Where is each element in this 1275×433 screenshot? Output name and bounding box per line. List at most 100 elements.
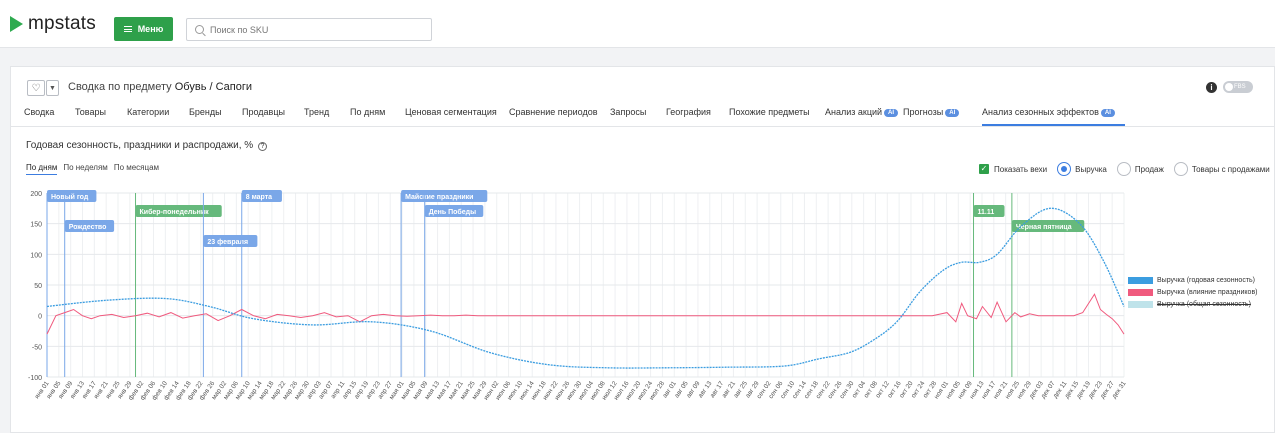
tab-bar: Сводка Товары Категории Бренды Продавцы Тренд… xyxy=(11,99,1274,127)
tab-14[interactable]: Анализ сезонных эффектов AI xyxy=(982,107,1115,117)
milestone-label: Новый год xyxy=(51,193,89,201)
tab-label: География xyxy=(666,107,711,117)
radio-products-with-sales-label: Товары с продажами xyxy=(1191,164,1270,174)
help-icon[interactable]: ? xyxy=(257,142,267,151)
seasonality-chart: янв 01янв 05янв 09янв 13янв 17янв 21янв … xyxy=(28,190,1128,402)
milestone-label: Кибер-понедельник xyxy=(140,208,210,216)
heart-icon: ♡ xyxy=(31,82,41,94)
legend-swatch xyxy=(1128,301,1153,308)
subtab-by-months[interactable]: По месяцам xyxy=(114,163,159,175)
tab-2[interactable]: Категории xyxy=(127,107,169,117)
y-tick-label: 200 xyxy=(30,191,42,198)
y-tick-label: 50 xyxy=(34,283,42,290)
tab-4[interactable]: Продавцы xyxy=(242,107,285,117)
show-milestones-checkbox[interactable]: ✓ xyxy=(979,164,989,174)
ai-badge: AI xyxy=(884,109,899,117)
page-title: Сводка по предмету Обувь / Сапоги xyxy=(68,81,252,93)
y-tick-label: -50 xyxy=(32,344,42,351)
favorite-button[interactable]: ♡ xyxy=(27,80,45,96)
hamburger-icon xyxy=(123,26,132,32)
subtab-by-weeks[interactable]: По неделям xyxy=(63,163,107,175)
page-title-prefix: Сводка по предмету xyxy=(68,81,172,93)
tab-3[interactable]: Бренды xyxy=(189,107,222,117)
milestone-label: Черная пятница xyxy=(1016,224,1072,231)
y-tick-label: 100 xyxy=(30,252,42,259)
legend-item-annual[interactable]: Выручка (годовая сезонность) xyxy=(1128,277,1258,284)
radio-products-with-sales[interactable] xyxy=(1173,162,1188,176)
radio-sales[interactable] xyxy=(1116,162,1131,176)
tab-label: Категории xyxy=(127,107,170,117)
milestone-label: День Победы xyxy=(429,208,476,216)
tab-10[interactable]: География xyxy=(666,107,711,117)
tab-7[interactable]: Ценовая сегментация xyxy=(405,107,497,117)
tab-6[interactable]: По дням xyxy=(350,107,385,117)
logo-icon xyxy=(10,16,23,32)
tab-8[interactable]: Сравнение периодов xyxy=(509,107,598,117)
search-box[interactable] xyxy=(186,18,432,41)
y-tick-label: 150 xyxy=(30,222,42,229)
fbs-toggle-label: FBS xyxy=(1234,84,1246,90)
page-title-subject: Обувь / Сапоги xyxy=(174,81,253,93)
tab-label: Сравнение периодов xyxy=(509,107,598,117)
series-line-annual xyxy=(46,207,1125,369)
tab-9[interactable]: Запросы xyxy=(610,107,646,117)
chart-controls: ✓ Показать вехи Выручка Продаж Товары с … xyxy=(979,162,1270,176)
y-tick-label: 0 xyxy=(38,314,42,321)
tab-label: Запросы xyxy=(610,107,647,117)
legend-label: Выручка (влияние праздников) xyxy=(1157,289,1258,296)
tab-13[interactable]: Прогнозы AI xyxy=(903,107,960,117)
info-icon[interactable]: i xyxy=(1206,82,1217,93)
tab-5[interactable]: Тренд xyxy=(304,107,329,117)
tab-1[interactable]: Товары xyxy=(75,107,106,117)
show-milestones-label: Показать вехи xyxy=(994,164,1048,174)
top-bar: mpstats Меню xyxy=(0,0,1275,48)
radio-revenue-label: Выручка xyxy=(1075,164,1107,174)
chevron-down-icon: ▼ xyxy=(49,84,56,92)
milestone-label: 11.11 xyxy=(978,209,995,216)
ai-badge: AI xyxy=(945,109,960,117)
tab-label: Анализ акций xyxy=(825,107,883,117)
legend-swatch xyxy=(1128,277,1153,284)
legend-item-total[interactable]: Выручка (общая сезонность) xyxy=(1128,301,1258,308)
legend-swatch xyxy=(1128,289,1153,296)
search-input[interactable] xyxy=(210,24,410,35)
legend-item-holidays[interactable]: Выручка (влияние праздников) xyxy=(1128,289,1258,296)
legend-label: Выручка (годовая сезонность) xyxy=(1157,277,1256,284)
tab-0[interactable]: Сводка xyxy=(24,107,54,117)
active-tab-indicator xyxy=(982,124,1125,126)
tab-label: Товары xyxy=(75,107,106,117)
menu-button[interactable]: Меню xyxy=(114,17,173,41)
tab-label: Тренд xyxy=(304,107,330,117)
logo-text: mpstats xyxy=(28,13,96,34)
milestone-label: Рождество xyxy=(69,224,107,231)
milestone-label: Майские праздники xyxy=(405,193,473,201)
section-title: Годовая сезонность, праздники и распрода… xyxy=(26,140,267,151)
tab-label: Прогнозы xyxy=(903,107,944,117)
granularity-tabs: По дням По неделям По месяцам xyxy=(26,163,159,175)
radio-revenue[interactable] xyxy=(1057,162,1072,176)
fbs-toggle[interactable]: FBS xyxy=(1223,81,1253,93)
search-icon xyxy=(195,25,204,34)
tab-label: Похожие предметы xyxy=(729,107,810,117)
legend-label: Выручка (общая сезонность) xyxy=(1157,301,1251,308)
tab-label: По дням xyxy=(350,107,386,117)
y-tick-label: -100 xyxy=(28,375,42,382)
chart-legend: Выручка (годовая сезонность) Выручка (вл… xyxy=(1128,277,1258,313)
subtab-by-days[interactable]: По дням xyxy=(26,163,58,175)
tab-11[interactable]: Похожие предметы xyxy=(729,107,810,117)
radio-sales-label: Продаж xyxy=(1134,164,1164,174)
tab-label: Ценовая сегментация xyxy=(405,107,497,117)
series-line-holidays xyxy=(46,293,1125,335)
tab-label: Сводка xyxy=(24,107,55,117)
main-panel: ♡ ▼ Сводка по предмету Обувь / Сапоги i … xyxy=(10,66,1275,433)
tab-12[interactable]: Анализ акций AI xyxy=(825,107,899,117)
favorite-dropdown-button[interactable]: ▼ xyxy=(46,80,59,96)
tab-label: Продавцы xyxy=(242,107,285,117)
tab-label: Анализ сезонных эффектов xyxy=(982,107,1099,117)
menu-button-label: Меню xyxy=(137,24,164,34)
milestone-label: 8 марта xyxy=(246,194,272,201)
logo[interactable]: mpstats xyxy=(10,13,96,35)
section-title-text: Годовая сезонность, праздники и распрода… xyxy=(26,140,254,151)
ai-badge: AI xyxy=(1100,109,1115,117)
tab-label: Бренды xyxy=(189,107,222,117)
